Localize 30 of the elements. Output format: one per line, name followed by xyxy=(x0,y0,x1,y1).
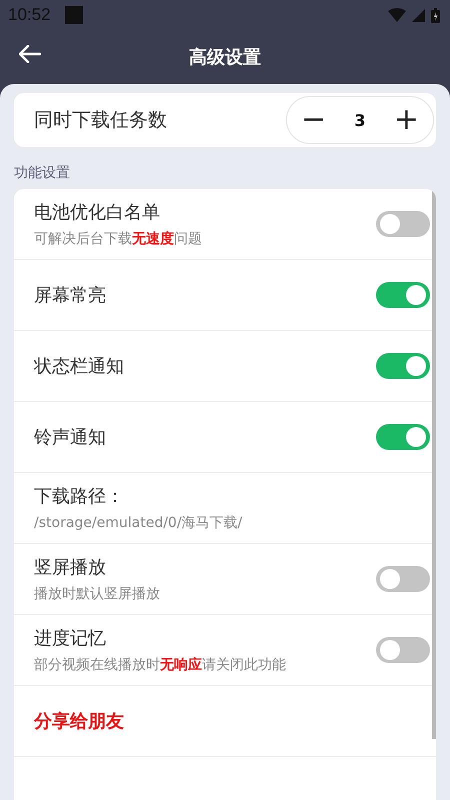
setting-description: 播放时默认竖屏播放 xyxy=(34,585,160,603)
stepper-value: 3 xyxy=(354,110,366,130)
back-arrow-icon[interactable] xyxy=(19,45,41,63)
toggle-switch[interactable] xyxy=(376,424,430,450)
plus-button[interactable]: + xyxy=(388,105,425,135)
setting-title: 铃声通知 xyxy=(34,426,106,449)
toggle-switch[interactable] xyxy=(376,637,430,663)
setting-title: 下载路径： xyxy=(34,485,125,508)
minus-button[interactable]: − xyxy=(295,105,332,135)
toggle-switch[interactable] xyxy=(376,282,430,308)
page-title: 高级设置 xyxy=(189,46,261,69)
signal-icon xyxy=(412,8,425,22)
toggle-switch[interactable] xyxy=(376,353,430,379)
share-link[interactable]: 分享给朋友 xyxy=(34,709,124,733)
toggle-switch[interactable] xyxy=(376,211,430,237)
setting-title: 屏幕常亮 xyxy=(34,284,106,307)
setting-description: /storage/emulated/0/海马下载/ xyxy=(34,514,242,532)
wifi-icon xyxy=(388,8,406,22)
setting-title: 电池优化白名单 xyxy=(34,201,161,224)
setting-title: 状态栏通知 xyxy=(34,355,124,378)
setting-description: 部分视频在线播放时无响应请关闭此功能 xyxy=(34,656,286,674)
notification-icon xyxy=(64,6,83,24)
toggle-switch[interactable] xyxy=(376,566,430,592)
setting-title: 进度记忆 xyxy=(34,627,107,650)
setting-description: 可解决后台下载无速度问题 xyxy=(34,230,202,248)
section-title: 功能设置 xyxy=(14,164,71,182)
battery-icon xyxy=(431,8,440,22)
setting-label: 同时下载任务数 xyxy=(34,108,167,133)
clock: 10:52 xyxy=(8,5,51,25)
setting-title: 竖屏播放 xyxy=(34,556,107,579)
